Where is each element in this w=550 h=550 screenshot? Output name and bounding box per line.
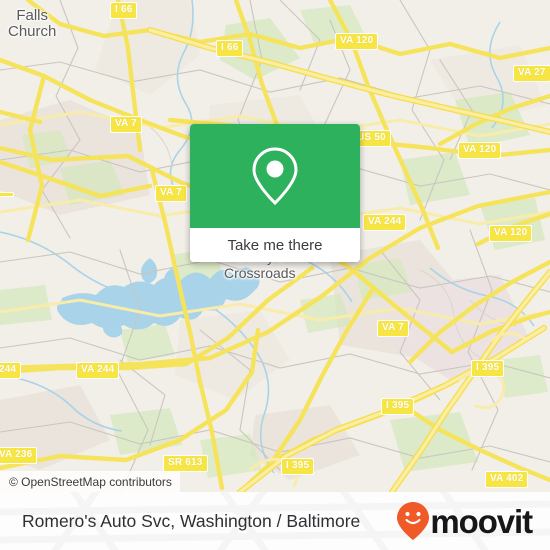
road-shield: I 395 bbox=[471, 360, 505, 377]
map-attribution: © OpenStreetMap contributors bbox=[0, 471, 180, 492]
moovit-logo[interactable]: moovit bbox=[396, 492, 533, 550]
footer-bar: Romero's Auto Svc, Washington / Baltimor… bbox=[0, 492, 550, 550]
road-shield: VA 244 bbox=[76, 362, 120, 379]
road-shield: VA 402 bbox=[485, 471, 529, 488]
road-shield: VA 244 bbox=[363, 214, 407, 231]
road-shield: I 66 bbox=[216, 40, 244, 57]
road-shield: 244 bbox=[0, 362, 22, 379]
road-shield: VA 120 bbox=[458, 142, 502, 159]
road-shield: VA 236 bbox=[0, 447, 38, 464]
page-title: Romero's Auto Svc, Washington / Baltimor… bbox=[22, 510, 361, 531]
road-shield: VA 7 bbox=[377, 320, 409, 337]
road-shield: VA 7 bbox=[155, 185, 187, 202]
road-shield: VA 27 bbox=[513, 65, 550, 82]
popup-card-header bbox=[190, 124, 360, 228]
location-popup-card[interactable]: Take me there bbox=[190, 124, 360, 262]
road-shield: VA 120 bbox=[489, 225, 533, 242]
road-shield: I 395 bbox=[281, 458, 315, 475]
road-shield: I 66 bbox=[110, 2, 138, 19]
road-shield bbox=[0, 192, 14, 197]
road-shield: VA 120 bbox=[335, 33, 379, 50]
place-label-falls-church: Falls Church bbox=[8, 7, 57, 40]
take-me-there-button[interactable]: Take me there bbox=[190, 228, 360, 262]
road-shield: I 395 bbox=[381, 398, 415, 415]
map-pin-icon bbox=[252, 147, 298, 206]
moovit-pin-smile-icon bbox=[397, 502, 430, 540]
road-shield: SR 613 bbox=[163, 455, 208, 472]
moovit-wordmark: moovit bbox=[430, 502, 533, 540]
road-shield: VA 7 bbox=[110, 116, 142, 133]
map-screenshot: .land{fill:#f2efe9;} .urb{fill:#eeeae2;}… bbox=[0, 0, 550, 550]
